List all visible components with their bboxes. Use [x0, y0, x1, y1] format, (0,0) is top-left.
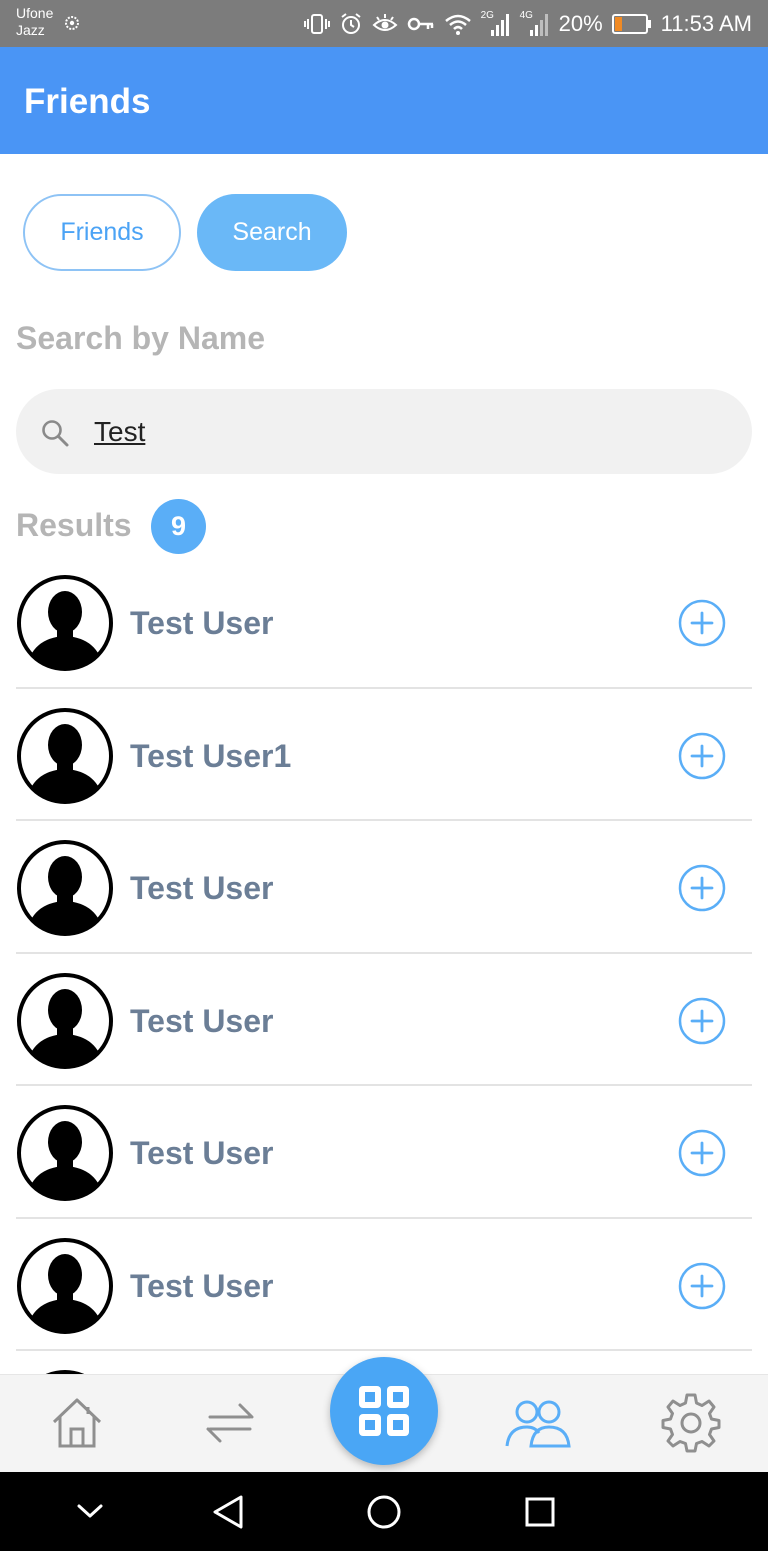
recent-apps-button[interactable]: [512, 1484, 568, 1540]
friends-icon: [505, 1400, 571, 1448]
result-user-name: Test User: [130, 870, 274, 906]
avatar-icon: [17, 972, 113, 1069]
add-friend-button[interactable]: [678, 997, 726, 1045]
add-friend-button[interactable]: [678, 864, 726, 912]
page-title: Friends: [24, 82, 151, 121]
search-input[interactable]: [94, 410, 714, 454]
avatar-icon: [17, 840, 113, 936]
settings-notification-icon: [65, 16, 79, 30]
results-label: Results: [16, 507, 132, 543]
result-user-name: Test User1: [130, 737, 292, 774]
signal-4g: 4G: [520, 10, 550, 38]
gear-icon: [661, 1393, 721, 1453]
signal-icon: [490, 14, 509, 36]
home-icon: [52, 1398, 102, 1448]
result-row: Test User: [0, 1219, 768, 1351]
avatar-icon: [17, 1105, 113, 1201]
alarm-icon: [341, 13, 361, 34]
battery-percent: 20%: [558, 11, 603, 36]
carrier-name-secondary: Jazz: [16, 22, 45, 38]
vibrate-icon: [303, 14, 330, 34]
add-friend-button[interactable]: [678, 732, 726, 780]
carrier-info: Ufone Jazz: [16, 5, 53, 39]
search-by-name-heading: Search by Name: [16, 320, 266, 356]
result-row: Test User: [0, 821, 768, 954]
result-user-name: Test User: [130, 1267, 274, 1304]
search-icon: [42, 420, 69, 447]
add-friend-button[interactable]: [678, 1262, 726, 1310]
avatar-icon: [17, 1237, 113, 1334]
settings-tab[interactable]: [658, 1390, 724, 1456]
result-row: Test User1: [0, 689, 768, 821]
back-triangle-icon: [213, 1495, 243, 1529]
transfer-tab[interactable]: [197, 1390, 263, 1456]
result-row: Test User: [0, 954, 768, 1086]
hide-navbar-button[interactable]: [62, 1484, 118, 1540]
grid-icon: [359, 1386, 409, 1436]
clock: 11:53 AM: [660, 11, 752, 36]
results-count-badge: 9: [151, 499, 206, 554]
signal-icon: [529, 14, 548, 36]
friends-tab[interactable]: [505, 1390, 571, 1456]
carrier-name-primary: Ufone: [16, 5, 54, 21]
result-user-name: Test User: [130, 1135, 274, 1171]
eye-comfort-icon: [372, 14, 398, 31]
avatar-icon: [17, 707, 113, 804]
result-user-name: Test User: [130, 1002, 274, 1039]
add-friend-button[interactable]: [678, 1129, 726, 1177]
search-tab-button[interactable]: Search: [197, 194, 347, 271]
wifi-icon: [444, 14, 471, 35]
status-icons: 2G 4G 20% 11:53 AM: [303, 8, 752, 40]
result-row: Test User: [0, 556, 768, 689]
back-button[interactable]: [200, 1484, 256, 1540]
status-bar: Ufone Jazz 2G 4G 20% 11:53 AM: [0, 0, 768, 47]
chevron-down-icon: [77, 1504, 103, 1518]
home-button[interactable]: [356, 1484, 412, 1540]
add-friend-button[interactable]: [678, 599, 726, 647]
vpn-key-icon: [407, 17, 433, 31]
transfer-icon: [206, 1403, 254, 1443]
result-row: Test User: [0, 1086, 768, 1219]
home-circle-icon: [367, 1495, 401, 1529]
dashboard-tab[interactable]: [330, 1357, 438, 1465]
battery-icon: [611, 14, 651, 34]
results-list: Test User Test User1 Test User Test User…: [0, 556, 768, 1374]
home-tab[interactable]: [44, 1390, 110, 1456]
avatar-icon: [17, 575, 113, 671]
recent-apps-icon: [525, 1497, 555, 1527]
friends-tab-button[interactable]: Friends: [23, 194, 181, 271]
result-user-name: Test User: [130, 605, 274, 641]
signal-2g: 2G: [481, 10, 511, 38]
